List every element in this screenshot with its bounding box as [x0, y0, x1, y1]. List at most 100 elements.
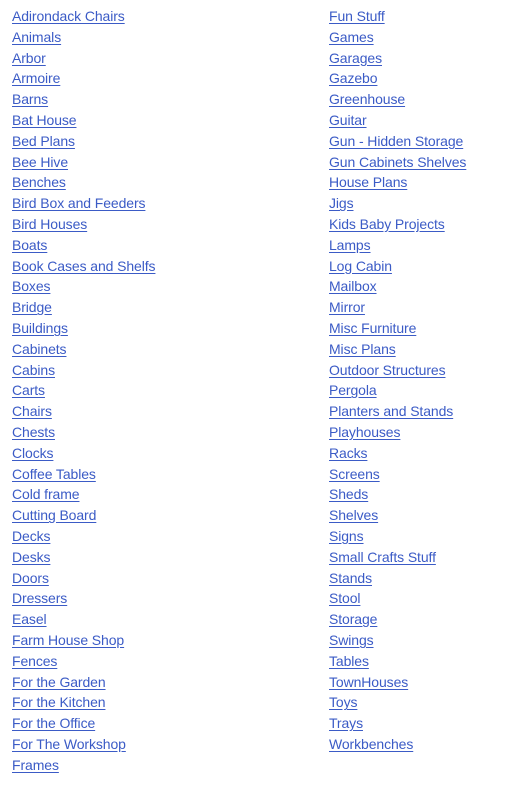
category-link-chairs[interactable]: Chairs — [12, 403, 52, 419]
category-link-outdoor-structures[interactable]: Outdoor Structures — [329, 362, 446, 378]
category-list-item: Stands — [329, 568, 499, 589]
category-link-boxes[interactable]: Boxes — [12, 278, 51, 294]
category-link-toys[interactable]: Toys — [329, 694, 357, 710]
category-link-bat-house[interactable]: Bat House — [12, 112, 77, 128]
category-link-dressers[interactable]: Dressers — [12, 590, 67, 606]
category-link-misc-furniture[interactable]: Misc Furniture — [329, 320, 416, 336]
category-list-item: Bridge — [12, 297, 329, 318]
category-list-item: Pergola — [329, 380, 499, 401]
category-link-bee-hive[interactable]: Bee Hive — [12, 154, 68, 170]
category-link-pergola[interactable]: Pergola — [329, 382, 377, 398]
category-link-armoire[interactable]: Armoire — [12, 70, 60, 86]
category-link-playhouses[interactable]: Playhouses — [329, 424, 400, 440]
category-link-mirror[interactable]: Mirror — [329, 299, 365, 315]
category-link-gazebo[interactable]: Gazebo — [329, 70, 378, 86]
category-link-gun-hidden-storage[interactable]: Gun - Hidden Storage — [329, 133, 463, 149]
category-link-animals[interactable]: Animals — [12, 29, 61, 45]
category-list-item: Buildings — [12, 318, 329, 339]
category-link-bridge[interactable]: Bridge — [12, 299, 52, 315]
category-list-item: Armoire — [12, 68, 329, 89]
category-link-for-the-office[interactable]: For the Office — [12, 715, 95, 731]
category-link-bed-plans[interactable]: Bed Plans — [12, 133, 75, 149]
category-link-gun-cabinets-shelves[interactable]: Gun Cabinets Shelves — [329, 154, 466, 170]
category-link-cabins[interactable]: Cabins — [12, 362, 55, 378]
category-link-cold-frame[interactable]: Cold frame — [12, 486, 80, 502]
category-list-item: Decks — [12, 526, 329, 547]
category-link-desks[interactable]: Desks — [12, 549, 51, 565]
category-link-mailbox[interactable]: Mailbox — [329, 278, 377, 294]
category-link-screens[interactable]: Screens — [329, 466, 380, 482]
category-link-shelves[interactable]: Shelves — [329, 507, 378, 523]
category-link-doors[interactable]: Doors — [12, 570, 49, 586]
category-link-bird-box-and-feeders[interactable]: Bird Box and Feeders — [12, 195, 146, 211]
category-link-trays[interactable]: Trays — [329, 715, 363, 731]
category-link-misc-plans[interactable]: Misc Plans — [329, 341, 396, 357]
category-list-item: Arbor — [12, 48, 329, 69]
category-link-sheds[interactable]: Sheds — [329, 486, 368, 502]
category-link-racks[interactable]: Racks — [329, 445, 368, 461]
category-list-item: For the Garden — [12, 672, 329, 693]
category-list-item: Outdoor Structures — [329, 360, 499, 381]
category-list-item: Misc Furniture — [329, 318, 499, 339]
category-list-item: Mirror — [329, 297, 499, 318]
category-link-signs[interactable]: Signs — [329, 528, 364, 544]
category-link-fun-stuff[interactable]: Fun Stuff — [329, 8, 385, 24]
category-list-item: Bed Plans — [12, 131, 329, 152]
category-link-barns[interactable]: Barns — [12, 91, 48, 107]
category-list-item: Swings — [329, 630, 499, 651]
category-link-cutting-board[interactable]: Cutting Board — [12, 507, 96, 523]
category-link-jigs[interactable]: Jigs — [329, 195, 354, 211]
category-link-coffee-tables[interactable]: Coffee Tables — [12, 466, 96, 482]
category-link-swings[interactable]: Swings — [329, 632, 374, 648]
category-list-item: Barns — [12, 89, 329, 110]
category-link-stands[interactable]: Stands — [329, 570, 372, 586]
category-list-item: Boxes — [12, 276, 329, 297]
category-link-farm-house-shop[interactable]: Farm House Shop — [12, 632, 124, 648]
category-list-item: For the Kitchen — [12, 692, 329, 713]
category-list-item: Fun Stuff — [329, 6, 499, 27]
category-link-stool[interactable]: Stool — [329, 590, 361, 606]
category-link-cabinets[interactable]: Cabinets — [12, 341, 67, 357]
category-list-item: Stool — [329, 588, 499, 609]
category-link-house-plans[interactable]: House Plans — [329, 174, 407, 190]
category-link-decks[interactable]: Decks — [12, 528, 51, 544]
category-link-townhouses[interactable]: TownHouses — [329, 674, 408, 690]
category-link-arbor[interactable]: Arbor — [12, 50, 46, 66]
category-link-carts[interactable]: Carts — [12, 382, 45, 398]
category-link-log-cabin[interactable]: Log Cabin — [329, 258, 392, 274]
category-link-tables[interactable]: Tables — [329, 653, 369, 669]
category-link-adirondack-chairs[interactable]: Adirondack Chairs — [12, 8, 125, 24]
category-link-buildings[interactable]: Buildings — [12, 320, 68, 336]
category-link-guitar[interactable]: Guitar — [329, 112, 367, 128]
category-link-easel[interactable]: Easel — [12, 611, 47, 627]
category-link-fences[interactable]: Fences — [12, 653, 57, 669]
category-list-item: House Plans — [329, 172, 499, 193]
category-link-garages[interactable]: Garages — [329, 50, 382, 66]
category-link-chests[interactable]: Chests — [12, 424, 55, 440]
category-link-bird-houses[interactable]: Bird Houses — [12, 216, 87, 232]
category-link-for-the-kitchen[interactable]: For the Kitchen — [12, 694, 106, 710]
category-list-item: Gazebo — [329, 68, 499, 89]
category-link-for-the-workshop[interactable]: For The Workshop — [12, 736, 126, 752]
category-link-planters-and-stands[interactable]: Planters and Stands — [329, 403, 453, 419]
category-link-storage[interactable]: Storage — [329, 611, 377, 627]
category-link-benches[interactable]: Benches — [12, 174, 66, 190]
category-list-item: Easel — [12, 609, 329, 630]
category-link-workbenches[interactable]: Workbenches — [329, 736, 413, 752]
category-list-item: Animals — [12, 27, 329, 48]
category-link-clocks[interactable]: Clocks — [12, 445, 54, 461]
category-link-boats[interactable]: Boats — [12, 237, 47, 253]
category-list-item: For the Office — [12, 713, 329, 734]
category-link-games[interactable]: Games — [329, 29, 374, 45]
category-link-for-the-garden[interactable]: For the Garden — [12, 674, 106, 690]
category-list-item: Sheds — [329, 484, 499, 505]
category-link-greenhouse[interactable]: Greenhouse — [329, 91, 405, 107]
category-link-frames[interactable]: Frames — [12, 757, 59, 773]
category-link-kids-baby-projects[interactable]: Kids Baby Projects — [329, 216, 445, 232]
category-link-book-cases-and-shelfs[interactable]: Book Cases and Shelfs — [12, 258, 156, 274]
category-list-item: Desks — [12, 547, 329, 568]
category-link-lamps[interactable]: Lamps — [329, 237, 371, 253]
category-list-item: Shelves — [329, 505, 499, 526]
category-list-item: Screens — [329, 464, 499, 485]
category-link-small-crafts-stuff[interactable]: Small Crafts Stuff — [329, 549, 436, 565]
